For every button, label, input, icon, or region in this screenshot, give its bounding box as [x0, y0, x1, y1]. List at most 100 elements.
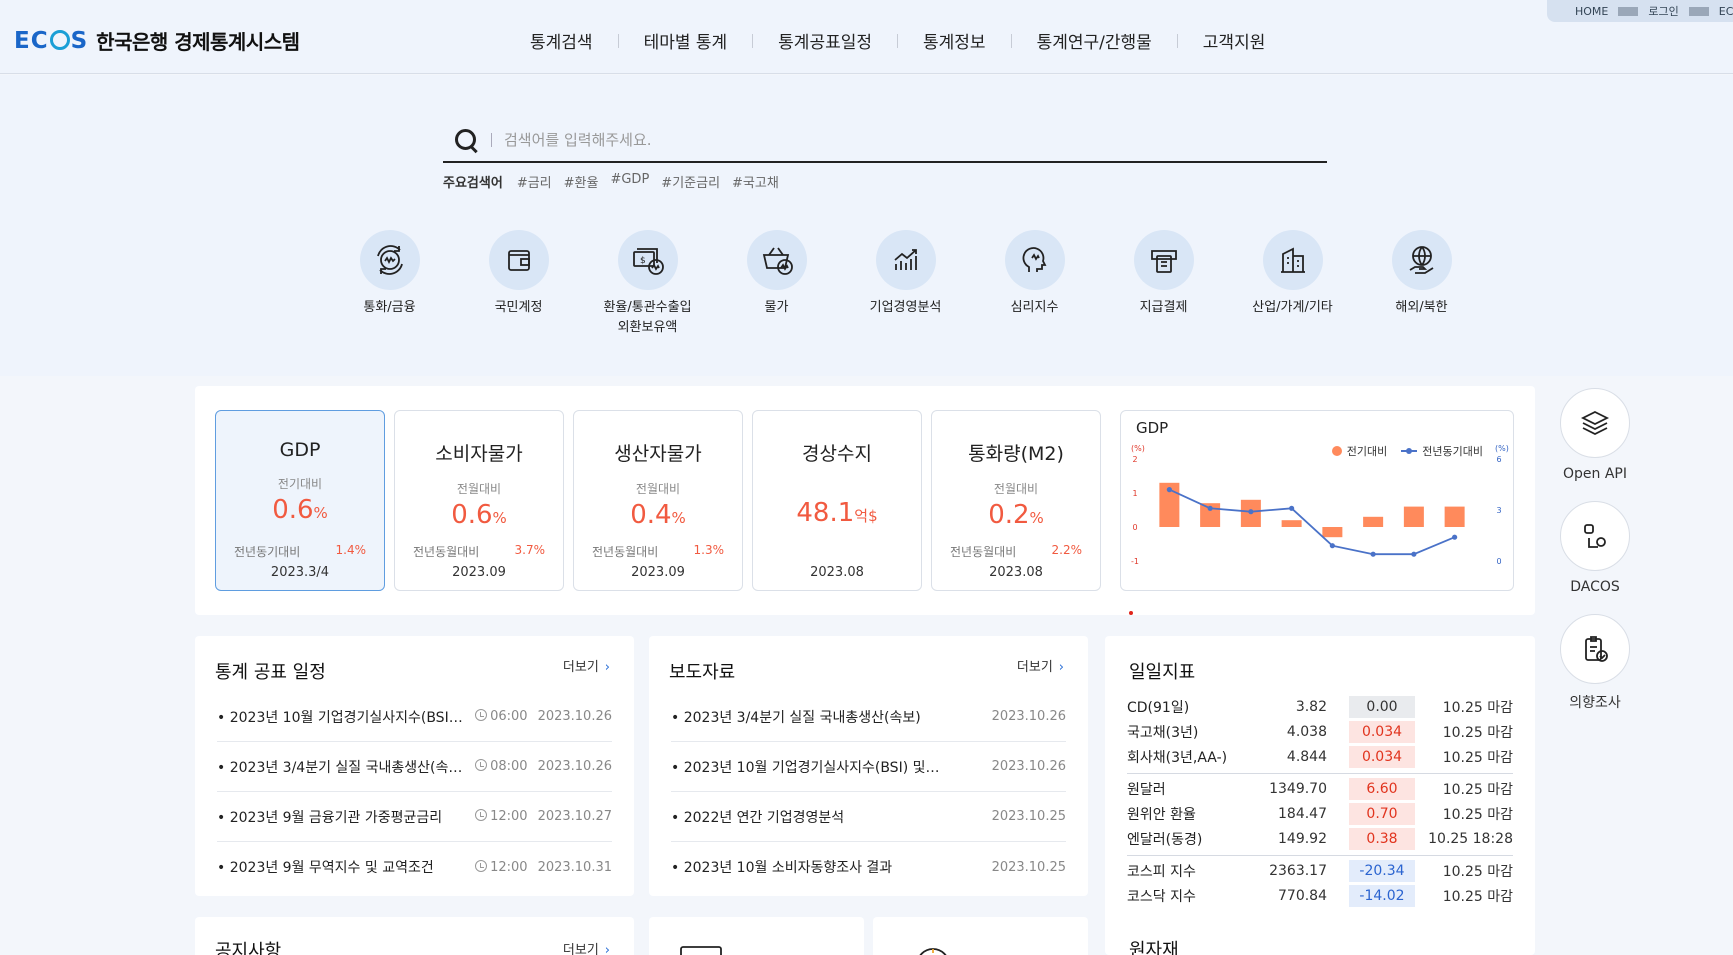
list-item[interactable]: • 2023년 3/4분기 실질 국내총생산(속보) 2023.10.26	[671, 692, 1066, 742]
quick-dacos[interactable]: DACOS	[1559, 501, 1631, 595]
daily-row[interactable]: 국고채(3년) 4.038 0.034 10.25 마감	[1127, 719, 1513, 744]
release-schedule-box: 통계 공표 일정 더보기 › • 2023년 10월 기업경기실사지수(BSI) …	[195, 636, 634, 896]
category-exchange-trade[interactable]: $ 환율/통관수출입 외환보유액	[583, 230, 712, 338]
bottom-card-1[interactable]	[649, 917, 864, 955]
list-item[interactable]: • 2023년 10월 기업경기실사지수(BSI) 및… 06:00 2023.…	[217, 692, 612, 742]
gdp-chart-svg: (%) (%) 2 1 0 -1 6 3 0	[1131, 444, 1509, 566]
bottom-card-2[interactable]	[873, 917, 1088, 955]
gdp-qoq-bar	[1363, 516, 1384, 527]
category-label: 기업경영분석	[869, 300, 942, 315]
chevron-right-icon: ›	[1058, 660, 1064, 675]
legend-item-yoy: 전년동기대비	[1401, 443, 1483, 459]
indicator-yoy: 전년동월대비 2.2%	[932, 543, 1100, 560]
daily-table: CD(91일) 3.82 0.00 10.25 마감 국고채(3년) 4.038 0.03…	[1127, 692, 1513, 912]
more-label: 더보기	[562, 943, 599, 955]
daily-row[interactable]: 엔달러(동경) 149.92 0.38 10.25 18:28	[1127, 826, 1513, 851]
card-terminal-icon	[1133, 230, 1194, 290]
indicator-yoy-label: 전년동기대비	[234, 545, 301, 559]
util-divider	[1688, 6, 1709, 16]
daily-group-rates: CD(91일) 3.82 0.00 10.25 마감 국고채(3년) 4.038 0.03…	[1127, 692, 1513, 774]
daily-row[interactable]: 원달러 1349.70 6.60 10.25 마감	[1127, 776, 1513, 801]
category-sentiment-index[interactable]: 심리지수	[970, 230, 1099, 338]
daily-date: 10.25 마감	[1442, 806, 1513, 823]
utility-bar: HOME 로그인 ECOS 도	[1547, 0, 1733, 22]
daily-row[interactable]: 코스피 지수 2363.17 -20.34 10.25 마감	[1127, 858, 1513, 883]
quick-survey[interactable]: 의향조사	[1559, 614, 1631, 712]
keyword-link[interactable]: #국고채	[732, 172, 779, 191]
keyword-link[interactable]: #금리	[517, 172, 552, 191]
list-item[interactable]: • 2023년 3/4분기 실질 국내총생산(속보) 08:00 2023.10…	[217, 742, 612, 792]
nav-stat-info[interactable]: 통계정보	[898, 28, 1011, 53]
daily-value: 770.84	[1278, 887, 1327, 904]
nav-theme-stats[interactable]: 테마별 통계	[619, 28, 753, 53]
daily-row[interactable]: 회사채(3년,AA-) 4.844 0.034 10.25 마감	[1127, 744, 1513, 769]
nav-release-schedule[interactable]: 통계공표일정	[753, 28, 897, 53]
press-release-box: 보도자료 더보기 › • 2023년 3/4분기 실질 국내총생산(속보) 202…	[649, 636, 1088, 896]
category-label: 심리지수	[1010, 300, 1059, 315]
clock-icon	[475, 759, 488, 771]
list-item[interactable]: • 2023년 10월 소비자동향조사 결과 2023.10.25	[671, 842, 1066, 892]
more-link[interactable]: 더보기 ›	[1017, 656, 1064, 675]
list-item[interactable]: • 2022년 연간 기업경영분석 2023.10.25	[671, 792, 1066, 842]
left-axis-unit: (%)	[1131, 444, 1145, 453]
indicator-value: 0.6%	[395, 500, 563, 530]
quick-open-api[interactable]: Open API	[1559, 388, 1631, 482]
category-prices[interactable]: 물가	[712, 230, 841, 338]
clock-icon	[475, 709, 488, 721]
list-item[interactable]: • 2023년 10월 기업경기실사지수(BSI) 및… 2023.10.26	[671, 742, 1066, 792]
nav-stat-search[interactable]: 통계검색	[505, 28, 618, 53]
category-national-accounts[interactable]: 국민계정	[454, 230, 583, 338]
list-item[interactable]: • 2023년 9월 금융기관 가중평균금리 12:00 2023.10.27	[217, 792, 612, 842]
indicator-card-cpi[interactable]: 소비자물가 전월대비 0.6% 전년동월대비 3.7% 2023.09	[394, 410, 564, 591]
category-industry-household[interactable]: 산업/가계/기타	[1228, 230, 1357, 338]
indicator-yoy: 전년동기대비 1.4%	[216, 543, 384, 560]
indicator-sub-label	[753, 480, 921, 495]
right-tick-label: 0	[1496, 557, 1501, 566]
search-input[interactable]	[504, 130, 1327, 149]
keyword-link[interactable]: #GDP	[610, 172, 649, 191]
more-link[interactable]: 더보기 ›	[563, 656, 610, 675]
indicator-card-current-account[interactable]: 경상수지 48.1억$ 2023.08	[752, 410, 922, 591]
svg-text:$: $	[640, 256, 646, 266]
keyword-link[interactable]: #환율	[564, 172, 599, 191]
gdp-yoy-point	[1289, 505, 1295, 511]
indicator-card-m2[interactable]: 통화량(M2) 전월대비 0.2% 전년동월대비 2.2% 2023.08	[931, 410, 1101, 591]
daily-date: 10.25 마감	[1442, 724, 1513, 741]
nav-research[interactable]: 통계연구/간행물	[1012, 28, 1177, 53]
site-logo[interactable]: EC S 한국은행 경제통계시스템	[14, 26, 300, 55]
category-payment-settlement[interactable]: 지급결제	[1099, 230, 1228, 338]
category-overseas-nk[interactable]: 해외/북한	[1357, 230, 1486, 338]
keyword-link[interactable]: #기준금리	[661, 172, 720, 191]
indicator-date: 2023.09	[452, 565, 506, 580]
category-shortcuts: 통화/금융 국민계정 $ 환율/통관수출입 외환보유액 물가 기업경영분석 심리…	[325, 230, 1486, 338]
util-login-link[interactable]: 로그인	[1638, 3, 1688, 19]
indicator-card-gdp[interactable]: GDP 전기대비 0.6% 전년동기대비 1.4% 2023.3/4	[215, 410, 385, 591]
indicator-value-unit: %	[1029, 509, 1044, 527]
daily-value: 3.82	[1295, 698, 1327, 715]
list-item-text: 2023년 10월 소비자동향조사 결과	[683, 860, 893, 876]
daily-row[interactable]: 코스닥 지수 770.84 -14.02 10.25 마감	[1127, 883, 1513, 908]
util-home-link[interactable]: HOME	[1565, 5, 1618, 18]
util-ecos-link[interactable]: ECOS 도	[1709, 3, 1733, 19]
more-link[interactable]: 더보기 ›	[563, 939, 610, 955]
search-icon[interactable]	[449, 123, 483, 157]
box-title: 통계 공표 일정	[215, 662, 326, 683]
daily-name: 회사채(3년,AA-)	[1127, 749, 1228, 766]
daily-value: 4.038	[1286, 723, 1327, 740]
chart-pager-dot[interactable]	[1129, 611, 1133, 615]
indicator-card-ppi[interactable]: 생산자물가 전월대비 0.4% 전년동월대비 1.3% 2023.09	[573, 410, 743, 591]
list-item[interactable]: • 2023년 9월 무역지수 및 교역조건 12:00 2023.10.31	[217, 842, 612, 892]
daily-name: 국고채(3년)	[1127, 724, 1199, 741]
indicator-title: 소비자물가	[435, 443, 523, 465]
daily-date: 10.25 마감	[1442, 749, 1513, 766]
indicator-sub-label: 전기대비	[277, 477, 323, 491]
util-divider	[1618, 6, 1639, 16]
left-tick-label: 1	[1132, 489, 1137, 498]
indicator-yoy-label: 전년동월대비	[592, 545, 659, 559]
category-money-finance[interactable]: 통화/금융	[325, 230, 454, 338]
list-item-date: 2023.10.27	[537, 809, 612, 824]
daily-row[interactable]: 원위안 환율 184.47 0.70 10.25 마감	[1127, 801, 1513, 826]
nav-support[interactable]: 고객지원	[1178, 28, 1291, 53]
category-business-analysis[interactable]: 기업경영분석	[841, 230, 970, 338]
daily-row[interactable]: CD(91일) 3.82 0.00 10.25 마감	[1127, 694, 1513, 719]
